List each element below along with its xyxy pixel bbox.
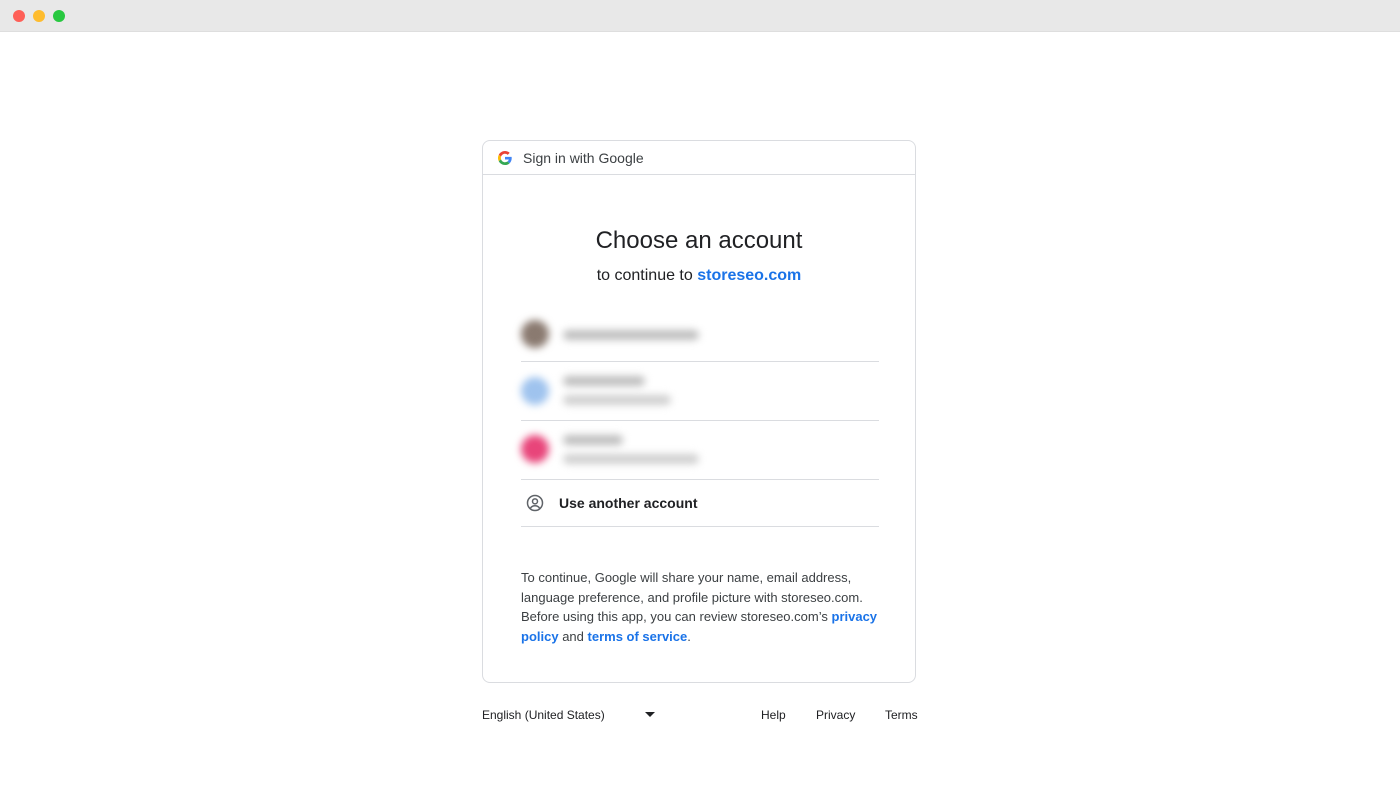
sign-in-card: Sign in with Google Choose an account to… xyxy=(482,140,916,683)
avatar xyxy=(521,435,549,463)
disclaimer-end: . xyxy=(687,628,691,644)
use-another-account-label: Use another account xyxy=(559,495,698,511)
avatar xyxy=(521,377,549,405)
header-label: Sign in with Google xyxy=(523,149,644,166)
consent-disclaimer: To continue, Google will share your name… xyxy=(521,568,883,646)
subtitle-prefix: to continue to xyxy=(596,267,693,284)
disclaimer-text: To continue, Google will share your name… xyxy=(521,570,863,624)
use-another-account-button[interactable]: Use another account xyxy=(521,480,879,527)
card-header: Sign in with Google xyxy=(483,141,915,175)
window-title-bar xyxy=(0,0,1400,32)
account-email-blurred xyxy=(563,330,699,340)
page-subtitle: to continue to storeseo.com xyxy=(483,267,915,285)
account-item[interactable] xyxy=(521,306,879,362)
account-list: Use another account xyxy=(521,306,879,527)
terms-of-service-link[interactable]: terms of service xyxy=(588,629,688,644)
chevron-down-icon[interactable] xyxy=(645,712,655,717)
account-item[interactable] xyxy=(521,362,879,421)
disclaimer-and: and xyxy=(562,628,584,644)
language-selector[interactable]: English (United States) xyxy=(482,708,605,722)
account-name-blurred xyxy=(563,376,645,386)
account-email-blurred xyxy=(563,454,699,464)
site-link[interactable]: storeseo.com xyxy=(697,267,801,284)
page-footer: English (United States) Help Privacy Ter… xyxy=(482,706,918,724)
avatar xyxy=(521,320,549,348)
page-title: Choose an account xyxy=(595,227,803,254)
close-window-button[interactable] xyxy=(13,10,25,22)
maximize-window-button[interactable] xyxy=(53,10,65,22)
account-email-blurred xyxy=(563,395,671,405)
account-circle-icon xyxy=(526,494,544,512)
account-item[interactable] xyxy=(521,421,879,480)
minimize-window-button[interactable] xyxy=(33,10,45,22)
help-link[interactable]: Help xyxy=(761,708,786,722)
account-name-blurred xyxy=(563,435,623,445)
privacy-link[interactable]: Privacy xyxy=(816,708,855,722)
terms-link[interactable]: Terms xyxy=(885,708,918,722)
google-logo-icon xyxy=(498,150,512,165)
